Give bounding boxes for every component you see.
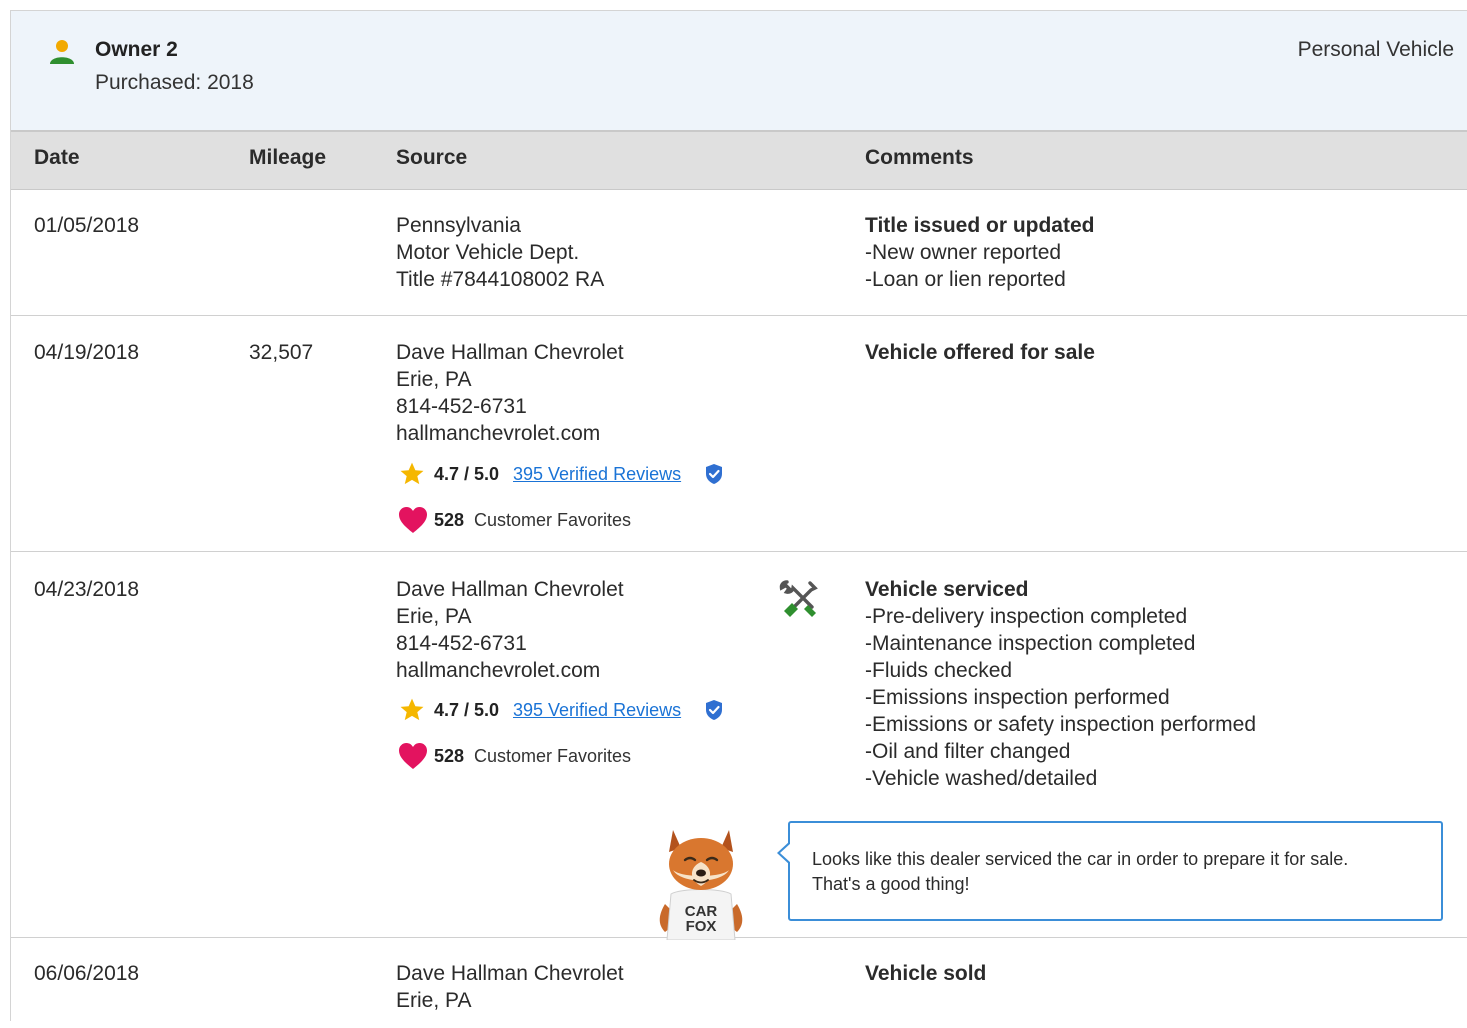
dealer-name: Dave Hallman Chevrolet xyxy=(396,962,624,985)
tip-line: That's a good thing! xyxy=(812,874,970,894)
dealer-phone: 814-452-6731 xyxy=(396,395,527,418)
comment-item: Loan or lien reported xyxy=(865,266,1094,293)
row-source: Dave Hallman Chevrolet Erie, PA xyxy=(396,960,624,1014)
row-date: 01/05/2018 xyxy=(34,214,140,237)
table-row: 04/23/2018 Dave Hallman Chevrolet Erie, … xyxy=(11,552,1467,940)
source-line: Motor Vehicle Dept. xyxy=(396,241,580,264)
owner-purchased: Purchased: 2018 xyxy=(95,71,254,94)
person-icon xyxy=(50,40,74,64)
tip-text: Looks like this dealer serviced the car … xyxy=(812,847,1348,897)
verified-badge-icon xyxy=(706,464,722,484)
dealer-location: Erie, PA xyxy=(396,368,472,391)
favorites-count: 528 xyxy=(434,510,465,530)
column-header-mileage: Mileage xyxy=(249,146,327,169)
comment-item: Oil and filter changed xyxy=(865,738,1256,765)
comment-item: Emissions or safety inspection performed xyxy=(865,711,1256,738)
row-source: Pennsylvania Motor Vehicle Dept. Title #… xyxy=(396,212,604,293)
carfox-mascot-image: CAR FOX xyxy=(659,830,743,940)
ownership-history-panel: Owner 2 Purchased: 2018 Personal Vehicle… xyxy=(10,10,1467,1021)
tip-line: Looks like this dealer serviced the car … xyxy=(812,849,1349,869)
row-mileage: 32,507 xyxy=(249,341,314,364)
row-date: 04/19/2018 xyxy=(34,341,140,364)
row-source: Dave Hallman Chevrolet Erie, PA 814-452-… xyxy=(396,576,624,684)
verified-reviews-link[interactable]: 395 Verified Reviews xyxy=(513,464,681,485)
comment-title: Vehicle serviced xyxy=(865,578,1029,601)
table-row: 01/05/2018 Pennsylvania Motor Vehicle De… xyxy=(11,190,1467,316)
table-row: 06/06/2018 Dave Hallman Chevrolet Erie, … xyxy=(11,938,1467,1028)
mascot-shirt-text: FOX xyxy=(686,918,717,935)
owner-title: Owner 2 xyxy=(95,38,178,61)
rating-score: 4.7 / 5.0 xyxy=(434,464,500,484)
source-line: Title #7844108002 RA xyxy=(396,268,605,291)
comment-item: Emissions inspection performed xyxy=(865,684,1256,711)
star-icon xyxy=(400,698,424,721)
column-header-source: Source xyxy=(396,146,468,169)
row-date: 04/23/2018 xyxy=(34,578,140,601)
comment-title: Vehicle sold xyxy=(865,962,987,985)
service-tools-icon xyxy=(779,580,818,617)
heart-icon xyxy=(399,743,427,769)
row-comments: Vehicle sold xyxy=(865,960,986,987)
comment-item: Pre-delivery inspection completed xyxy=(865,603,1256,630)
comment-item: New owner reported xyxy=(865,239,1094,266)
favorites-label: Customer Favorites xyxy=(474,510,632,530)
source-line: Pennsylvania xyxy=(396,214,521,237)
owner-header: Owner 2 Purchased: 2018 Personal Vehicle xyxy=(11,11,1467,132)
star-icon xyxy=(400,462,424,485)
bubble-pointer-inner xyxy=(780,843,791,863)
verified-reviews-link[interactable]: 395 Verified Reviews xyxy=(513,700,681,721)
comment-item: Vehicle washed/detailed xyxy=(865,765,1256,792)
dealer-name: Dave Hallman Chevrolet xyxy=(396,578,624,601)
comment-item: Maintenance inspection completed xyxy=(865,630,1256,657)
carfox-tip-bubble: Looks like this dealer serviced the car … xyxy=(777,821,1443,921)
comment-title: Title issued or updated xyxy=(865,214,1095,237)
row-comments: Vehicle serviced Pre-delivery inspection… xyxy=(865,576,1256,792)
favorites-count: 528 xyxy=(434,746,465,766)
dealer-website: hallmanchevrolet.com xyxy=(396,422,601,445)
table-row: 04/19/2018 32,507 Dave Hallman Chevrolet… xyxy=(11,316,1467,552)
comment-title: Vehicle offered for sale xyxy=(865,341,1095,364)
dealer-phone: 814-452-6731 xyxy=(396,632,527,655)
dealer-location: Erie, PA xyxy=(396,605,472,628)
dealer-name: Dave Hallman Chevrolet xyxy=(396,341,624,364)
heart-icon xyxy=(399,507,427,533)
row-comments: Title issued or updated New owner report… xyxy=(865,212,1094,293)
dealer-website: hallmanchevrolet.com xyxy=(396,659,601,682)
favorites-label: Customer Favorites xyxy=(474,746,632,766)
vehicle-type: Personal Vehicle xyxy=(1297,38,1454,61)
rating-score: 4.7 / 5.0 xyxy=(434,700,500,720)
row-date: 06/06/2018 xyxy=(34,962,140,985)
verified-badge-icon xyxy=(706,700,722,720)
dealer-location: Erie, PA xyxy=(396,989,472,1012)
comment-item: Fluids checked xyxy=(865,657,1256,684)
column-header-comments: Comments xyxy=(865,146,974,169)
row-source: Dave Hallman Chevrolet Erie, PA 814-452-… xyxy=(396,339,624,447)
column-header-date: Date xyxy=(34,146,80,169)
table-header: Date Mileage Source Comments xyxy=(11,132,1467,190)
row-comments: Vehicle offered for sale xyxy=(865,339,1095,366)
